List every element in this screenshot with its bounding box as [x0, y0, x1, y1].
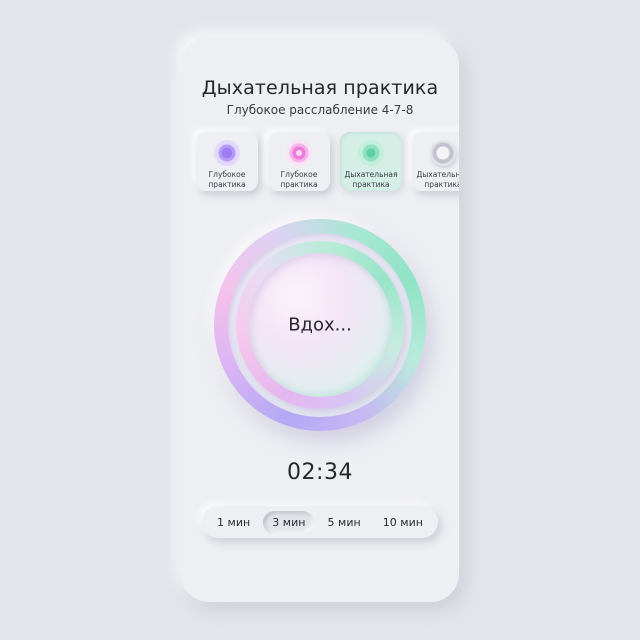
app-screen: Дыхательная практика Глубокое расслаблен… [181, 37, 459, 602]
pink-circle-icon [286, 140, 312, 166]
duration-option-10-min[interactable]: 10 мин [374, 511, 432, 534]
violet-circle-icon [214, 140, 240, 166]
practice-card-4[interactable]: Дыхательная практика [412, 132, 459, 191]
breathing-circle[interactable]: Вдох... [214, 219, 426, 431]
ring-icon [430, 140, 456, 166]
page-subtitle: Глубокое расслабление 4-7-8 [226, 103, 414, 117]
mint-circle-icon [358, 140, 384, 166]
practice-card-label: Дыхательная практика [344, 170, 398, 189]
practice-card-2[interactable]: Глубокое практика [268, 132, 330, 191]
practice-selector: Глубокое практика Глубокое практика Дыха… [196, 132, 459, 191]
breath-phase-label: Вдох... [288, 314, 352, 336]
countdown-timer: 02:34 [287, 460, 353, 485]
duration-option-5-min[interactable]: 5 мин [319, 511, 370, 534]
practice-card-1[interactable]: Глубокое практика [196, 132, 258, 191]
duration-option-1-min[interactable]: 1 мин [208, 511, 259, 534]
duration-selector: 1 мин 3 мин 5 мин 10 мин [202, 506, 438, 538]
practice-card-3[interactable]: Дыхательная практика [340, 132, 402, 191]
page-title: Дыхательная практика [201, 77, 439, 99]
practice-card-label: Дыхательная практика [416, 170, 459, 189]
practice-card-label: Глубокое практика [280, 170, 318, 189]
practice-card-label: Глубокое практика [208, 170, 246, 189]
duration-option-3-min[interactable]: 3 мин [263, 510, 315, 534]
